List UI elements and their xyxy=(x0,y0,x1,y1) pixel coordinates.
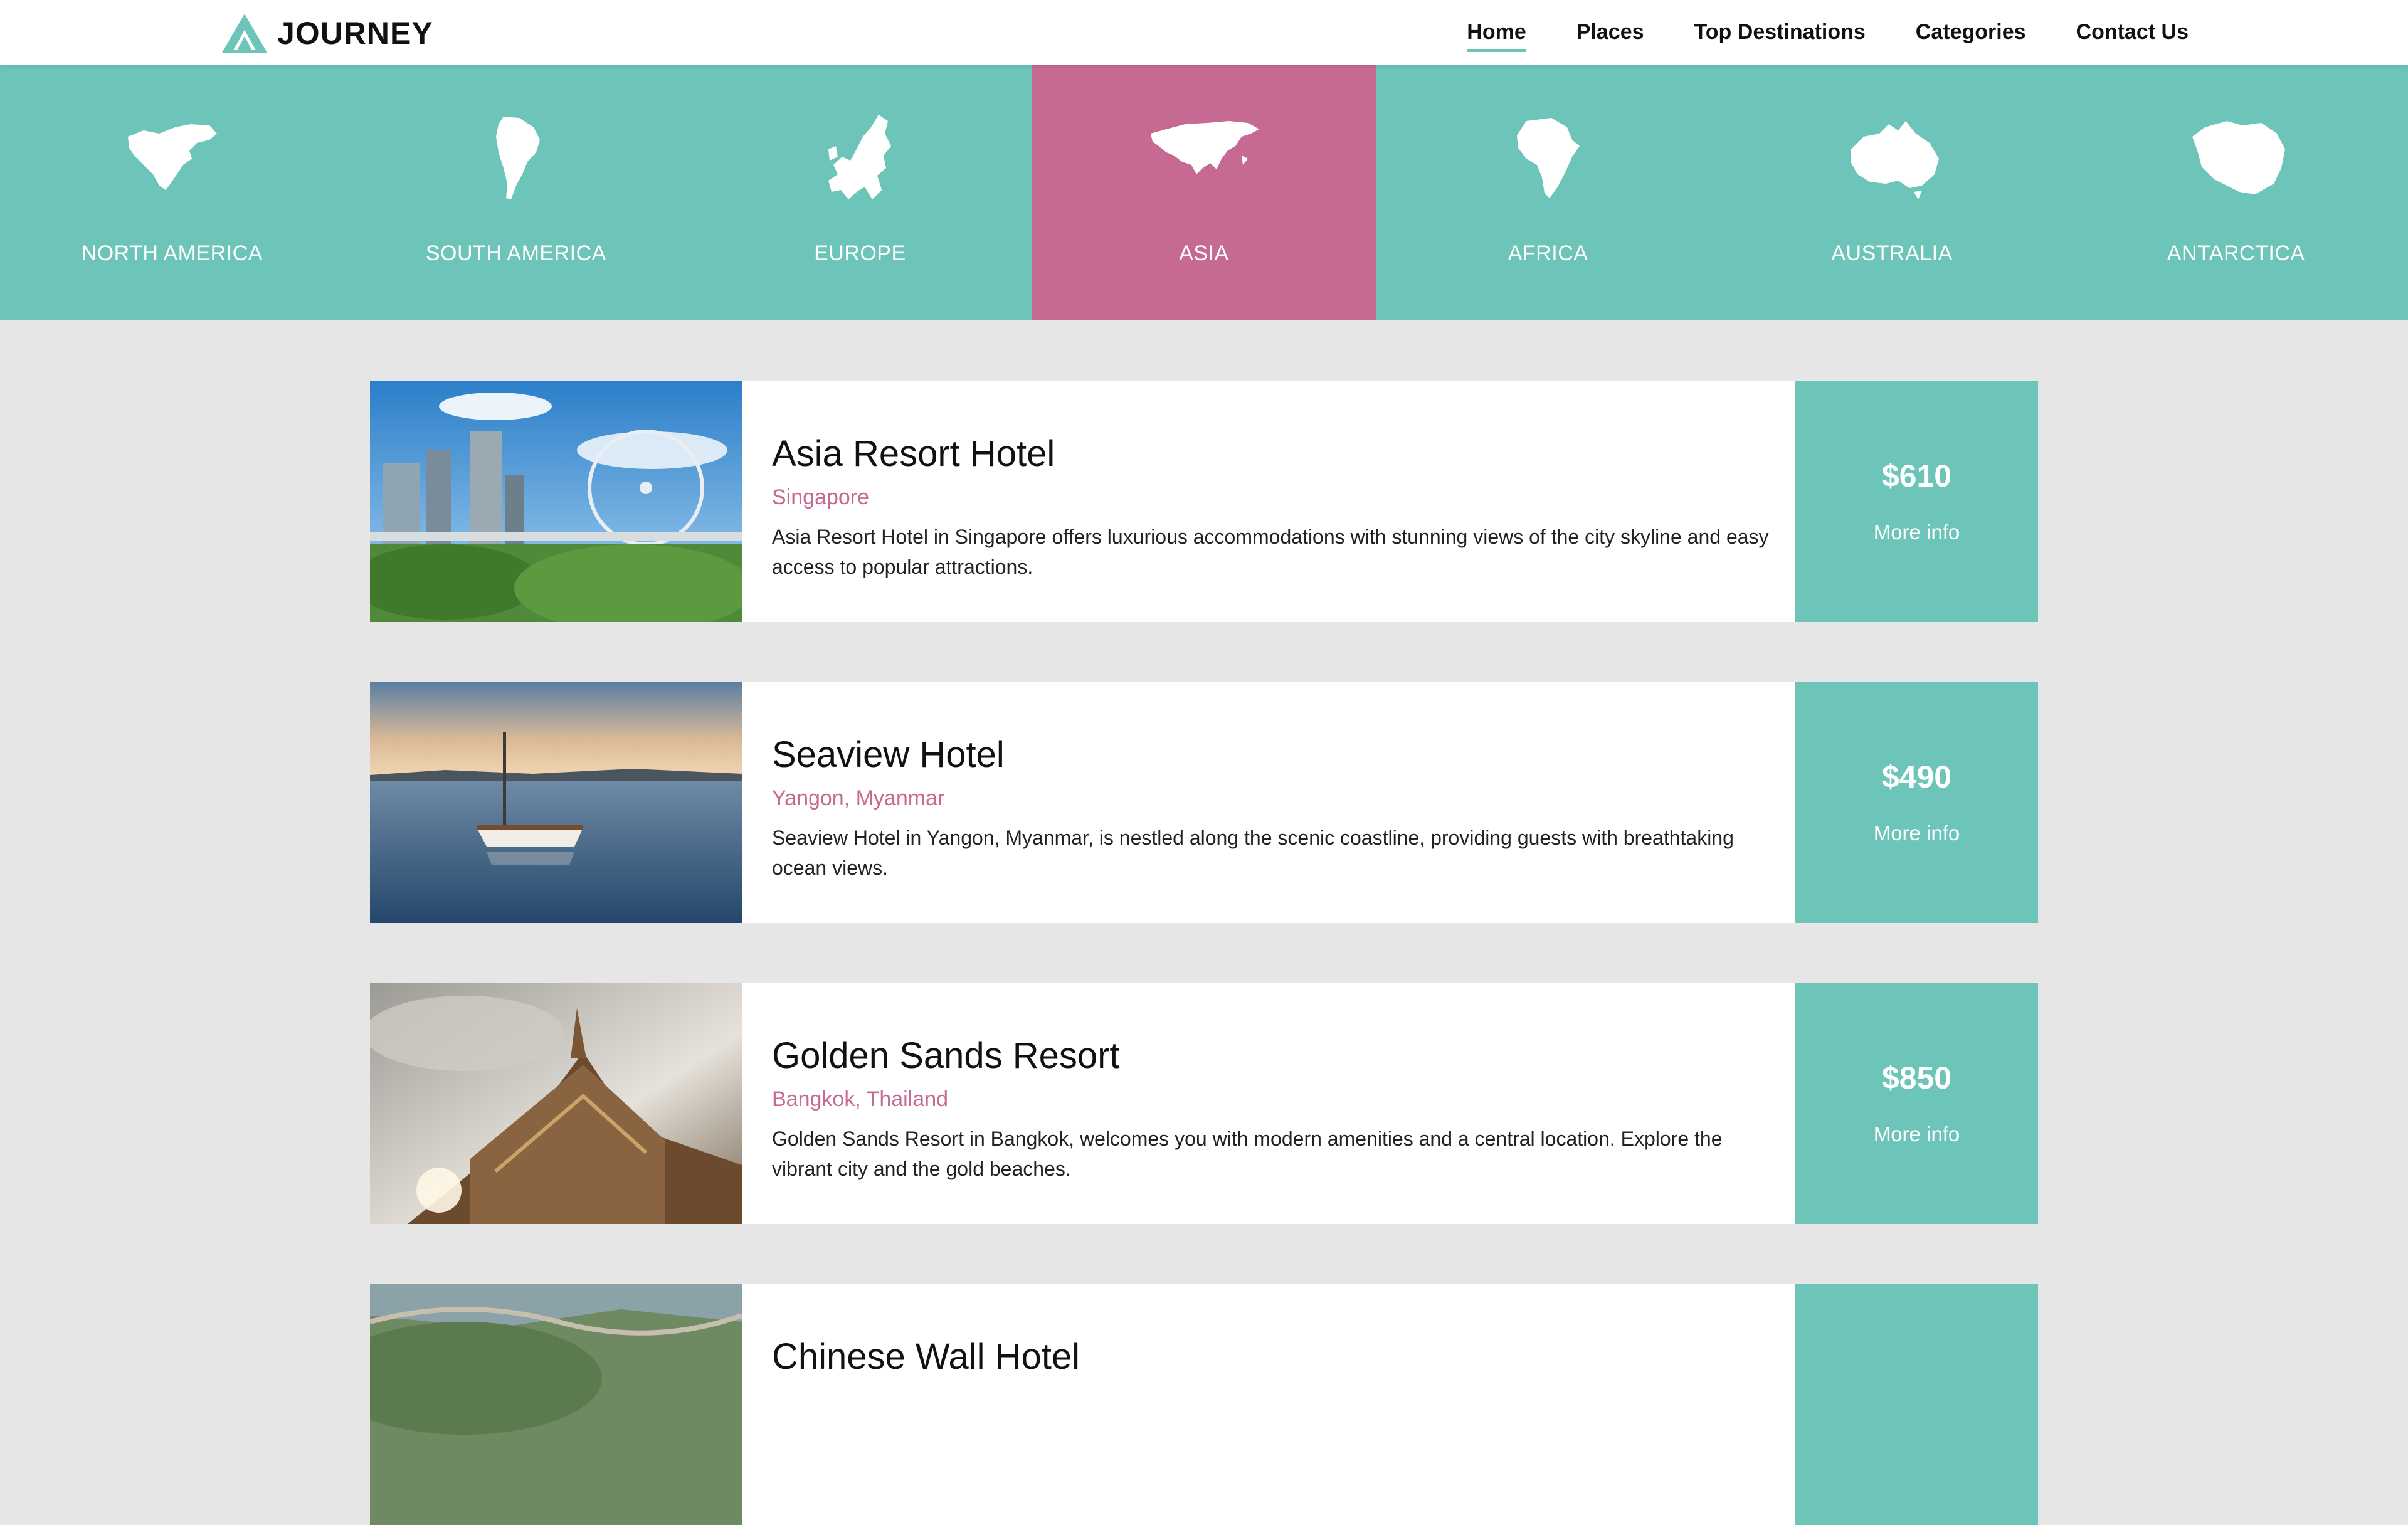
hotel-card[interactable]: Seaview Hotel Yangon, Myanmar Seaview Ho… xyxy=(370,682,2038,923)
continent-antarctica[interactable]: ANTARCTICA xyxy=(2064,65,2408,320)
hotel-photo-great-wall[interactable] xyxy=(370,1284,742,1525)
continent-label: ANTARCTICA xyxy=(2167,241,2305,265)
continent-africa[interactable]: AFRICA xyxy=(1376,65,1720,320)
europe-icon xyxy=(828,115,892,199)
hotel-photo-singapore[interactable] xyxy=(370,381,742,622)
nav-home[interactable]: Home xyxy=(1467,20,1527,52)
continent-asia[interactable]: ASIA xyxy=(1032,65,1376,320)
hotel-price: $490 xyxy=(1881,759,1952,794)
hotel-info: Seaview Hotel Yangon, Myanmar Seaview Ho… xyxy=(742,682,1795,923)
continent-label: EUROPE xyxy=(814,241,906,265)
main-nav: Home Places Top Destinations Categories … xyxy=(1417,0,2189,65)
hotel-photo-yangon[interactable] xyxy=(370,682,742,923)
hotel-card[interactable]: Golden Sands Resort Bangkok, Thailand Go… xyxy=(370,983,2038,1224)
continent-selector: NORTH AMERICA SOUTH AMERICA EUROPE ASIA … xyxy=(0,65,2408,320)
nav-places[interactable]: Places xyxy=(1576,20,1644,45)
logo-mountain-icon xyxy=(222,14,267,53)
hotel-price: $850 xyxy=(1881,1060,1952,1095)
hotel-info: Golden Sands Resort Bangkok, Thailand Go… xyxy=(742,983,1795,1224)
hotel-info: Chinese Wall Hotel xyxy=(742,1284,1795,1525)
nav-contact-us[interactable]: Contact Us xyxy=(2076,20,2189,45)
hotel-title[interactable]: Golden Sands Resort xyxy=(772,1035,1120,1077)
continent-label: AUSTRALIA xyxy=(1831,241,1953,265)
north-america-icon xyxy=(128,124,218,190)
hotel-description: Asia Resort Hotel in Singapore offers lu… xyxy=(772,525,1769,578)
price-box[interactable]: $850 More info xyxy=(1795,983,2038,1224)
hotel-price: $610 xyxy=(1881,458,1952,493)
hotel-description: Golden Sands Resort in Bangkok, welcomes… xyxy=(772,1127,1723,1180)
africa-icon xyxy=(1516,118,1580,198)
logo[interactable]: JOURNEY xyxy=(219,11,433,55)
continent-australia[interactable]: AUSTRALIA xyxy=(1720,65,2064,320)
price-box[interactable]: $490 More info xyxy=(1795,682,2038,923)
nav-categories[interactable]: Categories xyxy=(1916,20,2026,45)
hotel-location: Singapore xyxy=(772,485,870,509)
continent-north-america[interactable]: NORTH AMERICA xyxy=(0,65,344,320)
hotel-description: Seaview Hotel in Yangon, Myanmar, is nes… xyxy=(772,826,1734,879)
hotel-title[interactable]: Seaview Hotel xyxy=(772,734,1005,776)
hotel-title[interactable]: Asia Resort Hotel xyxy=(772,433,1055,475)
hotel-card[interactable]: Chinese Wall Hotel xyxy=(370,1284,2038,1525)
more-info-link[interactable]: More info xyxy=(1795,520,2038,544)
continent-label: NORTH AMERICA xyxy=(81,241,263,265)
continent-label: AFRICA xyxy=(1508,241,1588,265)
south-america-icon xyxy=(495,117,540,199)
continent-europe[interactable]: EUROPE xyxy=(688,65,1032,320)
more-info-link[interactable]: More info xyxy=(1795,1122,2038,1146)
continent-south-america[interactable]: SOUTH AMERICA xyxy=(344,65,689,320)
continent-label: SOUTH AMERICA xyxy=(425,241,606,265)
hotel-info: Asia Resort Hotel Singapore Asia Resort … xyxy=(742,381,1795,622)
more-info-link[interactable]: More info xyxy=(1795,821,2038,845)
antarctica-icon xyxy=(2192,121,2285,194)
hotel-location: Bangkok, Thailand xyxy=(772,1087,949,1111)
logo-text: JOURNEY xyxy=(277,16,433,51)
asia-icon xyxy=(1150,121,1259,174)
hotel-photo-bangkok[interactable] xyxy=(370,983,742,1224)
top-header: JOURNEY Home Places Top Destinations Cat… xyxy=(0,0,2408,65)
australia-icon xyxy=(1851,121,1940,199)
hotel-card[interactable]: Asia Resort Hotel Singapore Asia Resort … xyxy=(370,381,2038,622)
hotel-title[interactable]: Chinese Wall Hotel xyxy=(772,1336,1080,1378)
hotel-location: Yangon, Myanmar xyxy=(772,786,945,810)
price-box[interactable] xyxy=(1795,1284,2038,1525)
continent-label: ASIA xyxy=(1179,241,1229,265)
nav-top-destinations[interactable]: Top Destinations xyxy=(1694,20,1866,45)
price-box[interactable]: $610 More info xyxy=(1795,381,2038,622)
